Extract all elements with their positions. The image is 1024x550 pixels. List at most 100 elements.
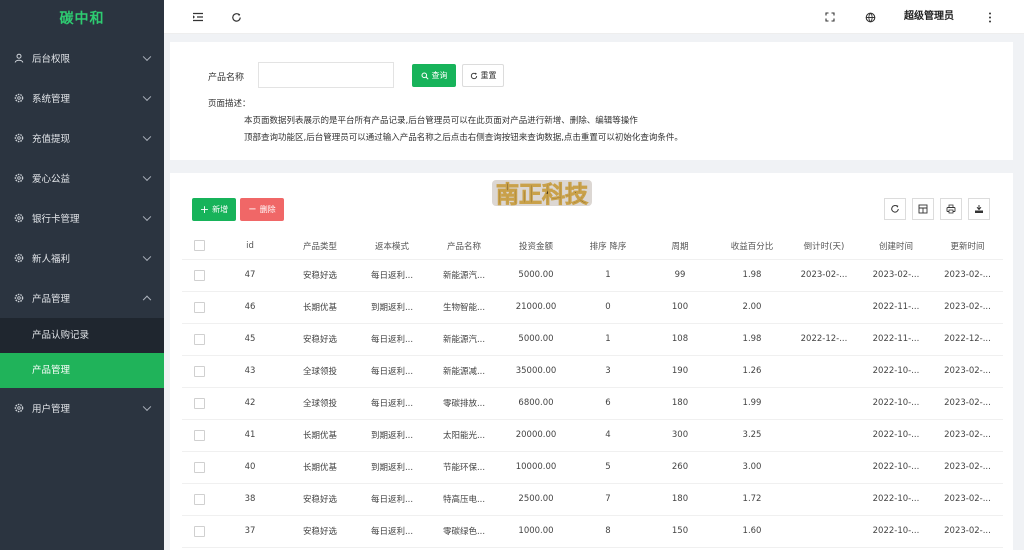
- table-row[interactable]: 46 长期优基 到期返利... 生物智能... 21000.00 0 100 2.00 2022…: [182, 291, 1003, 324]
- table-row[interactable]: 43 全球领投 每日返利... 新能源减... 35000.00 3 190 1.26 2022…: [182, 355, 1003, 388]
- gear-icon: [14, 173, 24, 183]
- row-checkbox-cell[interactable]: [182, 483, 216, 516]
- reset-button[interactable]: 重置: [462, 64, 504, 87]
- chevron-down-icon: [142, 252, 152, 262]
- cell-id: 41: [216, 419, 284, 452]
- product-name-input[interactable]: [258, 62, 394, 88]
- cell-period: 180: [644, 483, 716, 516]
- sidebar-item-label: 爱心公益: [32, 174, 71, 185]
- sidebar-item-charity[interactable]: 爱心公益: [0, 158, 164, 198]
- row-checkbox[interactable]: [193, 525, 205, 537]
- cell-updated-at: 2023-02-...: [932, 387, 1003, 420]
- sidebar-item-permissions[interactable]: 后台权限: [0, 38, 164, 78]
- cell-product-type: 长期优基: [284, 451, 356, 484]
- table-refresh-button[interactable]: [884, 198, 906, 220]
- cell-yield-percent: 3.25: [716, 419, 788, 452]
- cell-return-mode: 到期返利...: [356, 419, 428, 452]
- cell-period: 190: [644, 355, 716, 388]
- table-row[interactable]: 45 安稳好选 每日返利... 新能源汽... 5000.00 1 108 1.98 2022-…: [182, 323, 1003, 356]
- row-checkbox[interactable]: [193, 333, 205, 345]
- table-row[interactable]: 40 长期优基 到期返利... 节能环保... 10000.00 5 260 3.00 2022…: [182, 451, 1003, 484]
- cell-return-mode: 每日返利...: [356, 323, 428, 356]
- search-icon: [421, 72, 429, 80]
- sidebar-item-label: 充值提现: [32, 134, 71, 145]
- row-checkbox[interactable]: [193, 493, 205, 505]
- sidebar-subitem-purchase-records[interactable]: 产品认购记录: [0, 318, 164, 353]
- column-header-sort[interactable]: 排序 降序: [572, 233, 644, 260]
- column-header-product-name[interactable]: 产品名称: [428, 233, 500, 260]
- row-checkbox-cell[interactable]: [182, 387, 216, 420]
- table-row[interactable]: 37 安稳好选 每日返利... 零碳绿色... 1000.00 8 150 1.60 2022-…: [182, 515, 1003, 548]
- language-globe-icon[interactable]: [862, 0, 878, 34]
- row-checkbox-cell[interactable]: [182, 323, 216, 356]
- menu-fold-icon[interactable]: [190, 0, 206, 34]
- row-checkbox[interactable]: [193, 269, 205, 281]
- column-header-investment-amount[interactable]: 投资金额: [500, 233, 572, 260]
- sidebar-item-users[interactable]: 用户管理: [0, 388, 164, 428]
- cell-updated-at: 2023-02-...: [932, 483, 1003, 516]
- delete-button-label: 删除: [259, 205, 276, 214]
- delete-button[interactable]: − 删除: [240, 198, 284, 221]
- cell-yield-percent: 3.00: [716, 451, 788, 484]
- row-checkbox-cell[interactable]: [182, 515, 216, 548]
- print-button[interactable]: [940, 198, 962, 220]
- column-header-period[interactable]: 周期: [644, 233, 716, 260]
- row-checkbox-cell[interactable]: [182, 419, 216, 452]
- row-checkbox[interactable]: [193, 461, 205, 473]
- cell-product-type: 全球领投: [284, 355, 356, 388]
- cell-countdown: [788, 483, 860, 516]
- chevron-down-icon: [142, 172, 152, 182]
- chevron-down-icon: [142, 212, 152, 222]
- reset-icon: [470, 72, 477, 79]
- select-all-checkbox-cell[interactable]: [182, 233, 216, 260]
- row-checkbox[interactable]: [193, 301, 205, 313]
- table-row[interactable]: 47 安稳好选 每日返利... 新能源汽... 5000.00 1 99 1.98 2023-0…: [182, 259, 1003, 292]
- sidebar-item-bankcard[interactable]: 银行卡管理: [0, 198, 164, 238]
- cell-yield-percent: 1.99: [716, 387, 788, 420]
- query-button[interactable]: 查询: [412, 64, 456, 87]
- fullscreen-icon[interactable]: [822, 0, 838, 34]
- top-bar: 超级管理员: [164, 0, 1024, 34]
- sidebar-item-products[interactable]: 产品管理: [0, 278, 164, 318]
- column-header-return-mode[interactable]: 返本模式: [356, 233, 428, 260]
- cell-created-at: 2022-11-...: [860, 291, 932, 324]
- sidebar: 碳中和 后台权限 系统管理 充值提现 爱心公益 银行卡管理 新人福利 产品管理 …: [0, 0, 164, 550]
- column-header-product-type[interactable]: 产品类型: [284, 233, 356, 260]
- sidebar-subitem-product-management[interactable]: 产品管理: [0, 353, 164, 388]
- column-header-id[interactable]: id: [216, 233, 284, 260]
- brand-title: 碳中和: [59, 11, 105, 27]
- more-vertical-icon[interactable]: [982, 0, 998, 34]
- plus-icon: +: [199, 203, 210, 216]
- column-settings-button[interactable]: [912, 198, 934, 220]
- add-button[interactable]: + 新增: [192, 198, 236, 221]
- row-checkbox[interactable]: [193, 397, 205, 409]
- sidebar-item-recharge[interactable]: 充值提现: [0, 118, 164, 158]
- sidebar-item-system[interactable]: 系统管理: [0, 78, 164, 118]
- select-all-checkbox[interactable]: [193, 240, 205, 252]
- column-header-yield-percent[interactable]: 收益百分比: [716, 233, 788, 260]
- current-user-name[interactable]: 超级管理员: [904, 0, 954, 34]
- row-checkbox-cell[interactable]: [182, 451, 216, 484]
- cell-investment-amount: 6800.00: [500, 387, 572, 420]
- table-row[interactable]: 42 全球领投 每日返利... 零碳排放... 6800.00 6 180 1.99 2022-…: [182, 387, 1003, 420]
- row-checkbox[interactable]: [193, 429, 205, 441]
- gear-icon: [14, 133, 24, 143]
- cell-created-at: 2022-10-...: [860, 515, 932, 548]
- cell-updated-at: 2023-02-...: [932, 419, 1003, 452]
- cell-period: 150: [644, 515, 716, 548]
- row-checkbox-cell[interactable]: [182, 291, 216, 324]
- sidebar-item-newbie[interactable]: 新人福利: [0, 238, 164, 278]
- cell-id: 42: [216, 387, 284, 420]
- row-checkbox-cell[interactable]: [182, 355, 216, 388]
- cell-return-mode: 到期返利...: [356, 451, 428, 484]
- column-header-updated-at[interactable]: 更新时间: [932, 233, 1003, 260]
- column-header-countdown[interactable]: 倒计时(天): [788, 233, 860, 260]
- row-checkbox[interactable]: [193, 365, 205, 377]
- table-row[interactable]: 41 长期优基 到期返利... 太阳能光... 20000.00 4 300 3.25 2022…: [182, 419, 1003, 452]
- table-row[interactable]: 38 安稳好选 每日返利... 特高压电... 2500.00 7 180 1.72 2022-…: [182, 483, 1003, 516]
- row-checkbox-cell[interactable]: [182, 259, 216, 292]
- cell-return-mode: 每日返利...: [356, 483, 428, 516]
- export-button[interactable]: [968, 198, 990, 220]
- column-header-created-at[interactable]: 创建时间: [860, 233, 932, 260]
- refresh-icon[interactable]: [228, 0, 244, 34]
